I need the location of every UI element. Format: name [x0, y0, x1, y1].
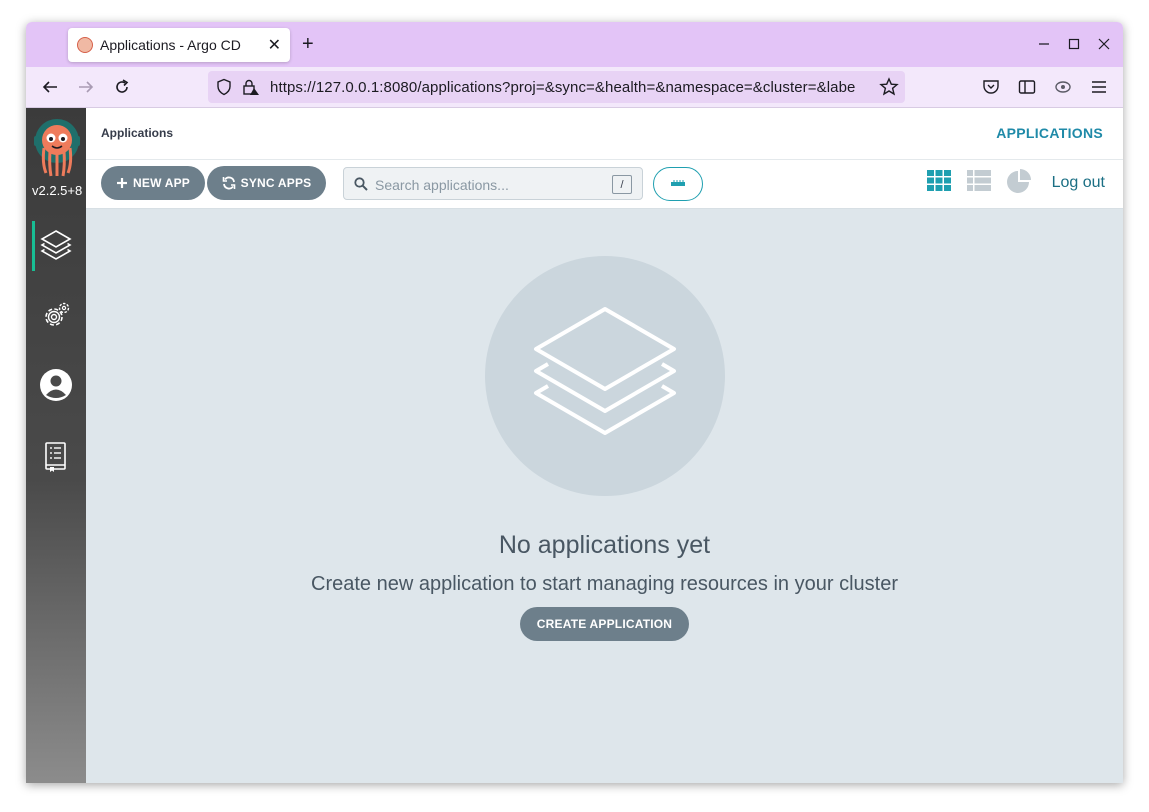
new-app-label: NEW APP	[133, 176, 190, 190]
new-app-button[interactable]: NEW APP	[101, 166, 205, 200]
browser-tab[interactable]: Applications - Argo CD ✕	[68, 28, 290, 62]
extension-icon[interactable]	[1053, 77, 1073, 97]
tab-close-icon[interactable]: ✕	[268, 35, 281, 55]
browser-window: Applications - Argo CD ✕ + https://127.0…	[26, 22, 1123, 783]
empty-state-title: No applications yet	[498, 531, 711, 559]
list-view-icon[interactable]	[966, 168, 992, 194]
create-application-button[interactable]: CREATE APPLICATION	[520, 607, 689, 641]
layers-icon	[39, 227, 73, 266]
pocket-icon[interactable]	[981, 77, 1001, 97]
search-shortcut-key: /	[612, 175, 632, 194]
maximize-icon[interactable]	[1064, 34, 1084, 54]
close-window-icon[interactable]	[1094, 34, 1114, 54]
browser-titlebar: Applications - Argo CD ✕ +	[26, 22, 1123, 67]
forward-arrow-icon[interactable]	[76, 77, 96, 97]
sidebar-item-user-info[interactable]	[26, 362, 86, 412]
argo-favicon-icon	[77, 37, 93, 53]
sidebar-toggle-icon[interactable]	[1017, 77, 1037, 97]
lock-warning-icon[interactable]	[242, 78, 260, 101]
url-bar[interactable]: https://127.0.0.1:8080/applications?proj…	[208, 71, 905, 103]
top-bar: Applications APPLICATIONS	[86, 108, 1123, 160]
page-title: APPLICATIONS	[996, 125, 1103, 141]
empty-state-illustration	[485, 256, 725, 496]
logout-link[interactable]: Log out	[1052, 174, 1105, 192]
reload-icon[interactable]	[112, 77, 132, 97]
argocd-app: v2.2.5+8 Applications APPLICATIONS NEW A…	[26, 108, 1123, 783]
sync-icon	[222, 176, 236, 190]
sidebar-item-settings[interactable]	[26, 293, 86, 343]
back-arrow-icon[interactable]	[40, 77, 60, 97]
search-input[interactable]: Search applications... /	[343, 167, 643, 200]
version-label: v2.2.5+8	[32, 183, 83, 198]
plus-icon	[116, 177, 128, 189]
argo-logo-icon[interactable]	[34, 118, 80, 178]
user-icon	[39, 368, 73, 407]
tab-title: Applications - Argo CD	[100, 37, 241, 53]
minimize-icon[interactable]	[1034, 34, 1054, 54]
shield-icon[interactable]	[216, 78, 232, 101]
filter-toggle-button[interactable]	[653, 167, 703, 201]
tiles-view-icon[interactable]	[926, 168, 952, 194]
bookmark-star-icon[interactable]	[879, 77, 899, 102]
sidebar-item-documentation[interactable]	[26, 434, 86, 484]
menu-hamburger-icon[interactable]	[1089, 77, 1109, 97]
pie-chart-view-icon[interactable]	[1006, 168, 1032, 194]
sidebar: v2.2.5+8	[26, 108, 86, 783]
main-content: Applications APPLICATIONS NEW APP SYNC A…	[86, 108, 1123, 783]
sidebar-item-applications[interactable]	[26, 221, 86, 271]
search-icon	[354, 177, 368, 196]
browser-navbar: https://127.0.0.1:8080/applications?proj…	[26, 67, 1123, 108]
sync-apps-label: SYNC APPS	[240, 176, 312, 190]
gear-icon	[41, 301, 71, 336]
search-placeholder: Search applications...	[375, 177, 509, 193]
sync-apps-button[interactable]: SYNC APPS	[207, 166, 326, 200]
layers-icon	[530, 301, 680, 456]
toolbar: NEW APP SYNC APPS Search applications...…	[86, 160, 1123, 209]
filter-icon	[670, 175, 686, 193]
url-text[interactable]: https://127.0.0.1:8080/applications?proj…	[270, 79, 876, 96]
breadcrumb[interactable]: Applications	[101, 126, 173, 140]
empty-state-subtitle: Create new application to start managing…	[311, 573, 898, 595]
book-icon	[43, 441, 69, 478]
new-tab-button[interactable]: +	[302, 32, 314, 56]
